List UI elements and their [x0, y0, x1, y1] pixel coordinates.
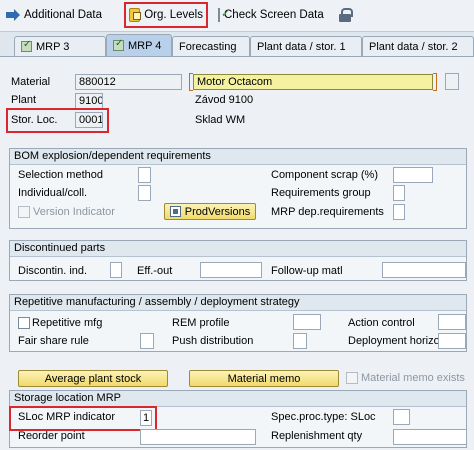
requirements-group-field[interactable] [393, 185, 405, 201]
lock-button[interactable] [336, 4, 354, 26]
tab-forecasting[interactable]: Forecasting [172, 36, 250, 56]
tab-forecasting-label: Forecasting [179, 40, 237, 53]
org-levels-label: Org. Levels [144, 9, 203, 21]
required-bracket-right [433, 73, 437, 91]
version-indicator-checkbox[interactable] [18, 206, 30, 218]
selection-method-field[interactable] [138, 167, 151, 183]
eff-out-label: Eff.-out [137, 265, 173, 277]
sloc-description: Sklad WM [195, 114, 246, 126]
rem-profile-label: REM profile [172, 317, 230, 329]
material-description-field[interactable]: Motor Octacom [193, 74, 433, 90]
check-icon [218, 7, 230, 22]
spec-proc-type-field[interactable] [393, 409, 410, 425]
language-icon[interactable] [445, 73, 459, 90]
check-screen-data-label: Check Screen Data [224, 9, 324, 21]
sloc-field[interactable]: 0001 [75, 112, 103, 128]
individual-coll-field[interactable] [138, 185, 151, 201]
component-scrap-label: Component scrap (%) [271, 169, 378, 181]
application-toolbar: Additional Data Org. Levels Check Screen… [0, 0, 474, 32]
arrow-right-icon [6, 8, 20, 22]
tab-mrp4[interactable]: MRP 4 [106, 34, 172, 56]
reorder-point-label: Reorder point [18, 430, 85, 442]
push-distribution-label: Push distribution [172, 335, 254, 347]
storage-mrp-group-title: Storage location MRP [10, 391, 466, 407]
tab-plant-data-stor1[interactable]: Plant data / stor. 1 [250, 36, 362, 56]
fair-share-rule-field[interactable] [140, 333, 154, 349]
individual-coll-label: Individual/coll. [18, 187, 88, 199]
tab-mrp4-label: MRP 4 [128, 39, 162, 52]
plant-description: Závod 9100 [195, 94, 254, 106]
tab-complete-icon [113, 38, 124, 51]
mrp-dep-requirements-label: MRP dep.requirements [271, 206, 384, 218]
selection-method-label: Selection method [18, 169, 103, 181]
deployment-horizon-label: Deployment horizon [348, 335, 446, 347]
repetitive-mfg-checkbox[interactable] [18, 317, 30, 329]
rem-profile-field[interactable] [293, 314, 321, 330]
prodversions-label: ProdVersions [184, 205, 251, 218]
version-indicator-label: Version Indicator [33, 206, 115, 218]
replenishment-qty-field[interactable] [393, 429, 467, 445]
discontin-ind-field[interactable] [110, 262, 122, 278]
bom-group-title: BOM explosion/dependent requirements [10, 149, 466, 165]
tab-mrp3-label: MRP 3 [36, 40, 70, 53]
reorder-point-field[interactable] [140, 429, 256, 445]
plant-label: Plant [11, 94, 37, 106]
repetitive-group: Repetitive manufacturing / assembly / de… [9, 294, 467, 352]
tab-complete-icon [21, 39, 32, 52]
average-plant-stock-button[interactable]: Average plant stock [18, 370, 168, 387]
material-memo-exists-checkbox[interactable] [346, 372, 358, 384]
action-control-label: Action control [348, 317, 415, 329]
sloc-mrp-indicator-field[interactable]: 1 [140, 410, 152, 426]
deployment-horizon-field[interactable] [438, 333, 466, 349]
sloc-mrp-indicator-label: SLoc MRP indicator [18, 411, 116, 423]
discontin-ind-label: Discontin. ind. [18, 265, 88, 277]
material-memo-button[interactable]: Material memo [189, 370, 339, 387]
org-levels-icon [129, 8, 142, 22]
average-plant-stock-label: Average plant stock [44, 372, 142, 385]
storage-mrp-group: Storage location MRP SLoc MRP indicator … [9, 390, 467, 448]
tab-mrp3[interactable]: MRP 3 [14, 36, 106, 56]
check-screen-data-button[interactable]: Check Screen Data [215, 4, 325, 26]
bom-group: BOM explosion/dependent requirements Sel… [9, 148, 467, 229]
sloc-label: Stor. Loc. [11, 114, 58, 126]
repetitive-group-title: Repetitive manufacturing / assembly / de… [10, 295, 466, 311]
lock-icon [339, 8, 353, 22]
additional-data-label: Additional Data [24, 9, 102, 21]
tab-strip: MRP 3 MRP 4 Forecasting Plant data / sto… [0, 34, 474, 56]
discontinued-group: Discontinued parts Discontin. ind. Eff.-… [9, 240, 467, 281]
tab-plant-data-stor1-label: Plant data / stor. 1 [257, 40, 346, 53]
org-levels-button[interactable]: Org. Levels [124, 2, 208, 28]
material-memo-label: Material memo [227, 372, 301, 385]
tab-content: Material 880012 Motor Octacom Plant 9100… [0, 56, 474, 450]
material-memo-exists-label: Material memo exists [361, 372, 465, 384]
tab-plant-data-stor2-label: Plant data / stor. 2 [369, 40, 458, 53]
prodversions-icon [169, 206, 181, 217]
replenishment-qty-label: Replenishment qty [271, 430, 363, 442]
push-distribution-field[interactable] [293, 333, 307, 349]
eff-out-field[interactable] [200, 262, 262, 278]
followup-matl-field[interactable] [382, 262, 466, 278]
fair-share-rule-label: Fair share rule [18, 335, 89, 347]
tab-plant-data-stor2[interactable]: Plant data / stor. 2 [362, 36, 474, 56]
plant-field[interactable]: 9100 [75, 93, 103, 109]
action-control-field[interactable] [438, 314, 466, 330]
requirements-group-label: Requirements group [271, 187, 371, 199]
prodversions-button[interactable]: ProdVersions [164, 203, 256, 220]
material-field[interactable]: 880012 [75, 74, 182, 90]
material-label: Material [11, 76, 51, 88]
discontinued-group-title: Discontinued parts [10, 241, 466, 257]
repetitive-mfg-label: Repetitive mfg [32, 317, 103, 329]
spec-proc-type-label: Spec.proc.type: SLoc [271, 411, 376, 423]
mrp-dep-requirements-field[interactable] [393, 204, 405, 220]
component-scrap-field[interactable] [393, 167, 433, 183]
additional-data-button[interactable]: Additional Data [3, 4, 120, 26]
followup-matl-label: Follow-up matl [271, 265, 343, 277]
